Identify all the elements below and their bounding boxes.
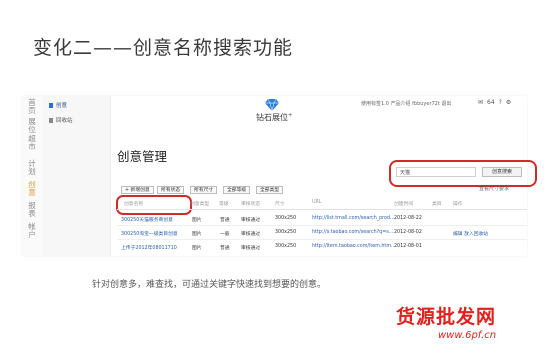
row2-status: 审核通过 — [241, 232, 261, 237]
search-input[interactable]: 天猫 — [396, 167, 476, 177]
nav-report[interactable]: 报表 — [26, 201, 38, 219]
col-header-action: 操作 — [453, 202, 463, 207]
top-icons: ✉ 64? ⚙ — [478, 99, 515, 106]
row3-size: 300x250 — [275, 244, 297, 249]
col-header-url: URL — [312, 200, 322, 205]
nav-creative[interactable]: 创意 — [26, 180, 38, 198]
col-header-size: 尺寸 — [275, 202, 285, 207]
nav-home[interactable]: 首页 — [26, 98, 38, 116]
level-filter[interactable]: 全部等级 — [223, 186, 251, 194]
logo-text: 钻石展位+ — [256, 112, 293, 122]
row1-level: 普通 — [220, 218, 230, 223]
row1-status: 审核通过 — [241, 218, 261, 223]
row3-type: 图片 — [192, 246, 202, 251]
type-filter[interactable]: 全部类型 — [256, 186, 284, 194]
row3-status: 审核通过 — [241, 246, 261, 251]
header-divider — [117, 209, 527, 210]
nav-booth-market[interactable]: 展位超市 — [26, 117, 38, 151]
nav-account[interactable]: 帐户 — [26, 222, 38, 240]
row2-type: 图片 — [192, 232, 202, 237]
row3-name[interactable]: 上传于2012年08011710 — [121, 244, 177, 251]
app-screenshot: 首页 展位超市 计划 创意 报表 帐户 创意 回收站 钻石展位+ 使用标签1.0… — [22, 96, 537, 256]
row-divider — [117, 239, 527, 240]
mail-icon[interactable]: ✉ — [478, 99, 483, 106]
mail-count: 64 — [487, 99, 495, 106]
row1-type: 图片 — [192, 218, 202, 223]
row3-level: 普通 — [220, 246, 230, 251]
left-nav: 首页 展位超市 计划 创意 报表 帐户 — [22, 96, 43, 256]
row1-url[interactable]: http://list.tmall.com/search_prod... — [312, 216, 395, 221]
col-header-date: 创建时间 — [394, 202, 414, 207]
row3-url[interactable]: http://item.taobao.com/item.htm... — [312, 244, 396, 249]
sub-nav: 创意 回收站 — [42, 96, 111, 256]
col-header-status: 审核状态 — [241, 202, 261, 207]
page-title: 创意管理 — [117, 149, 168, 164]
col-header-category: 类目 — [432, 202, 442, 207]
col-header-name: 创意名称 — [124, 202, 144, 207]
row1-size: 300x250 — [275, 216, 297, 221]
sub-nav-recycle[interactable]: 回收站 — [49, 116, 73, 124]
row1-name[interactable]: 300250天猫服务商创意 — [121, 216, 173, 223]
size-filter[interactable]: 所有尺寸 — [190, 186, 218, 194]
nav-plan[interactable]: 计划 — [26, 159, 38, 177]
slide-caption: 针对创意多，难查找，可通过关键字快速找到想要的创意。 — [92, 280, 327, 290]
row2-actions[interactable]: 编辑 放入回收站 — [453, 230, 488, 237]
row2-name[interactable]: 300250淘宝一级类目创意 — [121, 230, 178, 237]
creative-icon — [49, 103, 53, 108]
row3-date: 2012-08-01 — [394, 244, 422, 249]
row2-url[interactable]: http://s.taobao.com/search?q=s... — [312, 230, 393, 235]
diamond-logo-icon — [265, 99, 279, 111]
sub-nav-creative[interactable]: 创意 — [49, 101, 67, 109]
search-button[interactable]: 创意搜索 — [482, 167, 522, 177]
col-header-type: 创意类型 — [190, 202, 210, 207]
settings-icon[interactable]: ⚙ — [506, 99, 511, 106]
watermark-url: www.6pf.cn — [438, 330, 497, 341]
add-creative-button[interactable]: + 新增创意 — [121, 186, 154, 194]
watermark-text: 货源批发网 — [396, 306, 497, 328]
row-divider — [117, 225, 527, 226]
slide-title: 变化二——创意名称搜索功能 — [33, 37, 294, 59]
col-header-level: 等级 — [219, 202, 229, 207]
trash-icon — [49, 118, 53, 123]
row2-size: 300x250 — [275, 230, 297, 235]
row1-date: 2012-08-22 — [394, 216, 422, 221]
top-links[interactable]: 使用标签1.0 产品介绍 fbbuyer72t 退出 — [361, 100, 451, 107]
row2-level: 一般 — [220, 232, 230, 237]
status-filter[interactable]: 所有状态 — [157, 186, 185, 194]
help-icon[interactable]: ? — [499, 99, 502, 106]
size-requirements-link[interactable]: 查看尺寸要求 — [479, 185, 509, 192]
row2-date: 2012-08-02 — [394, 230, 422, 235]
